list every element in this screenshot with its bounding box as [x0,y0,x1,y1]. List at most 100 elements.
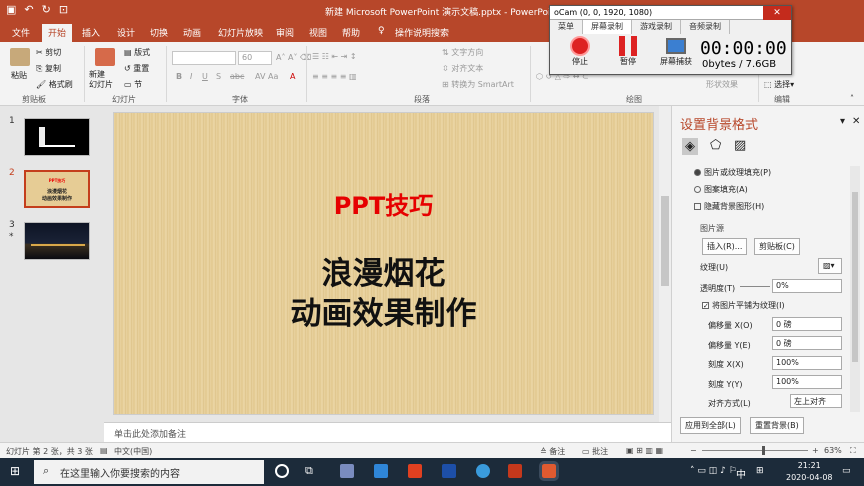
slide-text-line-1[interactable]: 浪漫烟花 [114,248,653,293]
slide-text-line-2[interactable]: 动画效果制作 [114,288,653,333]
section-button[interactable]: ▭ 节 [124,79,142,90]
tab-review[interactable]: 审阅 [276,26,294,39]
pane-close-icon[interactable]: ✕ [852,116,860,127]
recorder-tab-screen[interactable]: 屏幕录制 [583,20,632,34]
slide-title[interactable]: PPT技巧 [114,186,653,221]
tab-help[interactable]: 帮助 [342,26,360,39]
undo-icon[interactable]: ↶ [24,3,33,16]
texture-picker-button[interactable]: ▨▾ [818,258,842,274]
font-name-dropdown[interactable] [172,51,236,65]
bullets-icon[interactable]: ☰ ☷ ⇤ ⇥ ↕ [312,52,357,61]
shape-effects-button[interactable]: 形状效果 [706,79,738,90]
recorder-tab-menu[interactable]: 菜单 [550,20,583,34]
language-indicator[interactable]: 中文(中国) [114,446,152,457]
collapse-ribbon-icon[interactable]: ˄ [850,94,854,103]
recorder-tab-game[interactable]: 游戏录制 [632,20,681,34]
slide-thumbnail-2[interactable]: PPT技巧 浪漫烟花 动画效果制作 [24,170,90,208]
slide-scrollbar[interactable] [659,106,671,422]
paste-button[interactable]: 粘贴 [11,70,27,81]
recorder-taskbar-icon[interactable] [539,461,559,481]
slide-canvas[interactable]: PPT技巧 浪漫烟花 动画效果制作 [113,112,654,415]
new-slide-icon[interactable] [95,48,115,66]
zoom-in-icon[interactable]: + [812,446,819,455]
font-color-icon[interactable]: A [290,72,295,81]
tab-file[interactable]: 文件 [12,26,30,39]
powerpoint-taskbar-icon[interactable] [508,464,522,478]
strikethrough-icon[interactable]: abc [230,72,244,81]
notification-icon[interactable]: ▭ [842,466,851,476]
ime-indicator[interactable]: 中 [736,466,746,481]
recorder-close-button[interactable]: ✕ [763,6,791,20]
pane-scroll-thumb[interactable] [852,192,858,362]
offset-y-input[interactable]: 0 磅 [772,336,842,350]
italic-icon[interactable]: I [190,72,192,81]
task-view-icon[interactable]: ⧉ [305,464,319,478]
tile-texture-checkbox[interactable]: ✓ 将图片平铺为纹理(I) [702,300,785,311]
offset-x-input[interactable]: 0 磅 [772,317,842,331]
zoom-slider-thumb[interactable] [762,446,765,455]
paste-icon[interactable] [10,48,30,66]
cut-button[interactable]: ✂ 剪切 [36,47,61,58]
underline-icon[interactable]: U [202,72,208,81]
smartart-button[interactable]: ⊞ 转换为 SmartArt [442,79,514,90]
scroll-thumb[interactable] [661,196,669,286]
radio-pattern-fill[interactable]: 图案填充(A) [694,184,748,195]
recorder-tab-audio[interactable]: 音频录制 [681,20,730,34]
windows-start-icon[interactable]: ⊞ [10,464,24,478]
slide-thumbnail-3[interactable] [24,222,90,260]
tray-icons[interactable]: ˄ ▭ ◫ ♪ ⚐ [690,466,737,476]
notes-area[interactable]: 单击此处添加备注 [104,422,671,442]
tab-design[interactable]: 设计 [117,26,135,39]
clipboard-button[interactable]: 剪贴板(C) [754,238,800,255]
text-direction-button[interactable]: ⇅ 文字方向 [442,47,483,58]
insert-picture-button[interactable]: 插入(R)... [702,238,748,255]
normal-view-icon[interactable]: ▣ ⊞ ▥ ▦ [626,446,663,455]
align-icons[interactable]: ≡ ≡ ≡ ≡ ▥ [312,72,357,81]
layout-button[interactable]: ▤ 版式 [124,47,150,58]
select-button[interactable]: ⬚ 选择▾ [764,79,794,90]
bold-icon[interactable]: B [176,72,182,81]
hide-background-checkbox[interactable]: 隐藏背景图形(H) [694,201,764,212]
pause-button[interactable]: 暂停 [608,36,648,67]
apply-to-all-button[interactable]: 应用到全部(L) [680,417,741,434]
format-painter-button[interactable]: 🖌 格式刷 [36,79,73,90]
align-text-button[interactable]: ⇳ 对齐文本 [442,63,483,74]
zoom-level[interactable]: 63% [824,446,842,455]
app-icon[interactable] [340,464,354,478]
picture-icon[interactable]: ▨ [734,138,746,153]
zoom-slider[interactable] [702,446,808,455]
scale-x-input[interactable]: 100% [772,356,842,370]
char-spacing-icon[interactable]: AV Aa [255,72,278,81]
radio-picture-fill[interactable]: 图片或纹理填充(P) [694,167,771,178]
font-size-dropdown[interactable]: 60 [238,51,272,65]
app-icon[interactable] [442,464,456,478]
transparency-input[interactable]: 0% [772,279,842,293]
shadow-icon[interactable]: S [216,72,221,81]
cortana-icon[interactable] [275,464,289,478]
effects-icon[interactable]: ⬠ [710,138,721,153]
slide-thumbnail-1[interactable] [24,118,90,156]
transparency-slider[interactable] [740,286,770,287]
pane-options-icon[interactable]: ▾ [840,116,845,127]
new-slide-button[interactable]: 新建 幻灯片 [89,70,113,90]
copy-button[interactable]: ⎘ 复制 [36,63,61,74]
app-icon[interactable] [408,464,422,478]
tell-me-search[interactable]: 操作说明搜索 [395,26,449,39]
redo-icon[interactable]: ↻ [42,3,51,16]
spellcheck-icon[interactable]: ▤ [100,446,108,455]
comments-button[interactable]: ▭ 批注 [582,446,608,457]
fit-slide-icon[interactable]: ⛶ [850,446,856,456]
scale-y-input[interactable]: 100% [772,375,842,389]
app-icon[interactable] [476,464,490,478]
app-icon[interactable] [374,464,388,478]
fill-icon[interactable]: ◈ [682,138,698,155]
tab-view[interactable]: 视图 [309,26,327,39]
taskbar-search-input[interactable]: ⌕ 在这里输入你要搜索的内容 [34,460,264,484]
tab-slideshow[interactable]: 幻灯片放映 [218,26,263,39]
reset-button[interactable]: ↺ 重置 [124,63,149,74]
stop-button[interactable]: 停止 [560,36,600,67]
notes-button[interactable]: ≙ 备注 [540,446,565,457]
alignment-dropdown[interactable]: 左上对齐 [790,394,842,408]
taskbar-clock[interactable]: 21:21 2020-04-08 [786,460,833,484]
pane-scrollbar[interactable] [850,166,860,412]
